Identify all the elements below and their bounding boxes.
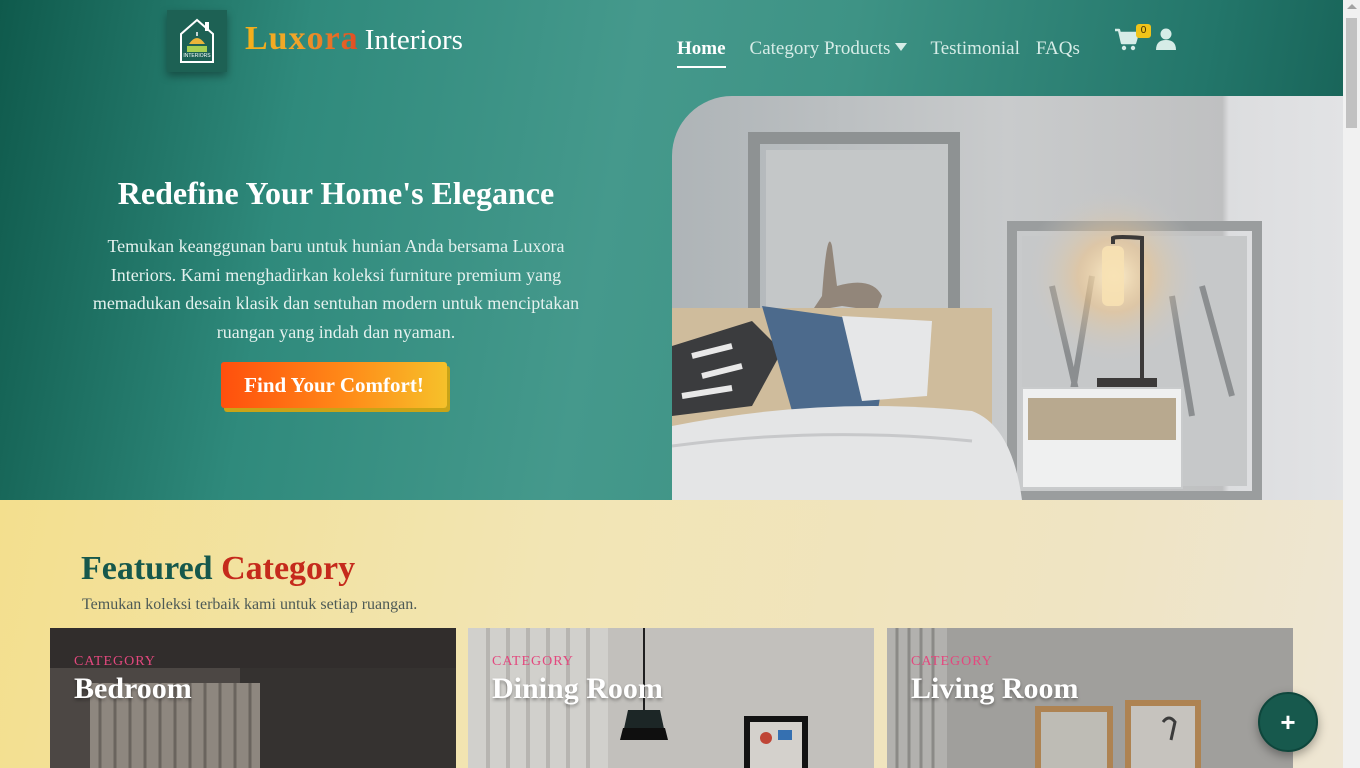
card-title: Bedroom: [74, 672, 192, 705]
nav-category-products[interactable]: Category Products: [750, 38, 908, 60]
nav-links: Home Category Products Testimonial FAQs: [677, 30, 1080, 68]
navbar: INTERIORS Luxora Interiors Home Category …: [0, 0, 1343, 84]
chevron-down-icon: [895, 43, 908, 51]
cart-count-badge: 0: [1136, 24, 1151, 38]
nav-faqs[interactable]: FAQs: [1036, 38, 1080, 60]
nav-testimonial[interactable]: Testimonial: [930, 38, 1019, 60]
hero-section: INTERIORS Luxora Interiors Home Category …: [0, 0, 1343, 500]
add-floating-button[interactable]: +: [1258, 692, 1318, 752]
brand-logo[interactable]: INTERIORS: [167, 10, 227, 72]
scroll-up-arrow-icon[interactable]: [1347, 4, 1357, 9]
category-card-bedroom[interactable]: CATEGORY Bedroom: [50, 628, 456, 768]
nav-home[interactable]: Home: [677, 38, 726, 68]
card-title: Living Room: [911, 672, 1079, 705]
nav-category-products-label: Category Products: [749, 38, 891, 59]
logo-text: INTERIORS: [183, 53, 211, 59]
find-your-comfort-button[interactable]: Find Your Comfort!: [221, 362, 447, 408]
brand-name[interactable]: Luxora Interiors: [245, 20, 463, 58]
card-kicker: CATEGORY: [911, 654, 993, 669]
featured-title: Featured Category: [81, 550, 355, 588]
card-kicker: CATEGORY: [74, 654, 156, 669]
scrollbar-thumb[interactable]: [1346, 18, 1357, 128]
featured-title-part1: Featured: [81, 550, 213, 587]
category-card-dining-room[interactable]: CATEGORY Dining Room: [468, 628, 874, 768]
hero-title: Redefine Your Home's Elegance: [117, 175, 555, 211]
hero-description: Temukan keanggunan baru untuk hunian And…: [92, 236, 580, 342]
brand-name-part1: Luxora: [245, 20, 359, 57]
featured-title-part2: Category: [221, 550, 356, 587]
featured-subtitle: Temukan koleksi terbaik kami untuk setia…: [82, 596, 418, 613]
user-icon[interactable]: [1156, 28, 1176, 50]
category-card-living-room[interactable]: CATEGORY Living Room: [887, 628, 1293, 768]
card-kicker: CATEGORY: [492, 654, 574, 669]
card-title: Dining Room: [492, 672, 663, 705]
hero-bedroom-image: [672, 96, 1343, 500]
brand-name-part2: Interiors: [364, 24, 463, 56]
